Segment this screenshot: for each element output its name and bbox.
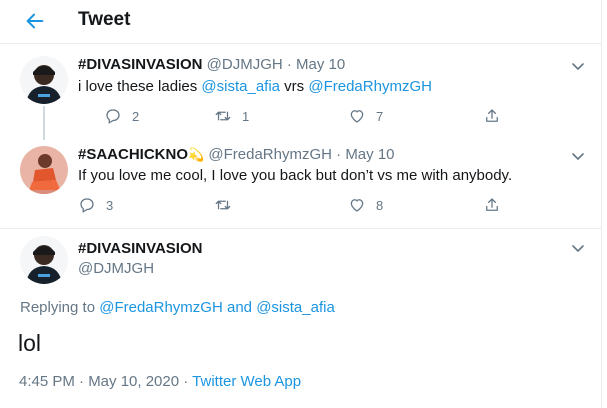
tweet-text: If you love me cool, I love you back but… — [78, 167, 513, 184]
tweet-text-part: i love these ladies — [78, 78, 202, 95]
main-tweet-text: lol — [18, 330, 42, 356]
reply-count: 2 — [132, 108, 140, 124]
column-border — [601, 0, 602, 408]
user-handle[interactable]: @DJMJGH — [78, 260, 154, 277]
user-handle[interactable]: @DJMJGH — [207, 56, 283, 73]
user-handle[interactable]: @FredaRhymzGH — [208, 146, 332, 163]
page-header: Tweet — [0, 0, 601, 44]
avatar[interactable] — [20, 236, 68, 284]
retweet-count: 1 — [242, 108, 250, 124]
separator-dot: · — [336, 146, 342, 163]
reply-button[interactable]: 2 — [104, 106, 139, 126]
display-name-emoji: 💫 — [188, 147, 205, 162]
share-button[interactable] — [483, 195, 501, 215]
retweet-button[interactable]: 1 — [214, 106, 249, 126]
mention-link[interactable]: @sista_afia — [201, 78, 280, 95]
tweet-time[interactable]: May 10 — [345, 146, 394, 163]
share-icon — [486, 109, 498, 122]
retweet-icon — [215, 111, 231, 121]
avatar[interactable] — [20, 56, 68, 104]
avatar[interactable] — [20, 146, 68, 194]
reply-icon — [106, 109, 120, 124]
reply-button[interactable]: 3 — [78, 195, 113, 215]
display-name[interactable]: #DIVASINVASION — [78, 56, 202, 73]
chevron-down-icon[interactable] — [570, 240, 586, 256]
retweet-button[interactable] — [214, 195, 242, 215]
mention-link[interactable]: @FredaRhymzGH — [308, 78, 432, 95]
like-count: 7 — [376, 108, 384, 124]
tweet-header: #SAACHICKNO💫 @FredaRhymzGH · May 10 — [78, 146, 395, 163]
tweet-time[interactable]: May 10 — [296, 56, 345, 73]
thread-tweet-2[interactable]: #SAACHICKNO💫 @FredaRhymzGH · May 10 If y… — [0, 134, 601, 229]
chevron-down-icon[interactable] — [570, 58, 586, 74]
tweet-actions: 3 8 — [78, 195, 508, 215]
tweet-meta: 4:45 PM · May 10, 2020 · Twitter Web App — [19, 373, 301, 390]
share-button[interactable] — [483, 106, 501, 126]
retweet-icon — [215, 200, 231, 210]
replying-to: Replying to @FredaRhymzGH and @sista_afi… — [20, 299, 335, 316]
tweet-header: #DIVASINVASION @DJMJGH · May 10 — [78, 56, 345, 73]
back-arrow-icon[interactable] — [24, 10, 46, 32]
chevron-down-icon[interactable] — [570, 148, 586, 164]
tweet-text: i love these ladies @sista_afia vrs @Fre… — [78, 78, 432, 95]
reply-icon — [80, 198, 94, 213]
tweet-source-link[interactable]: Twitter Web App — [192, 373, 301, 390]
page-title: Tweet — [78, 9, 131, 30]
tweet-actions: 2 1 7 — [78, 106, 508, 126]
replying-to-label: Replying to — [20, 299, 100, 316]
display-name[interactable]: #SAACHICKNO — [78, 146, 188, 163]
tweet-text-part: vrs — [280, 78, 309, 95]
like-icon — [350, 199, 364, 212]
mention-link[interactable]: @FredaRhymzGH — [99, 299, 223, 316]
separator-dot: · — [286, 56, 292, 73]
thread-tweet-1[interactable]: #DIVASINVASION @DJMJGH · May 10 i love t… — [0, 44, 601, 140]
like-button[interactable]: 7 — [348, 106, 383, 126]
tweet-timestamp[interactable]: 4:45 PM · May 10, 2020 · — [19, 373, 192, 390]
like-icon — [350, 110, 364, 123]
display-name[interactable]: #DIVASINVASION — [78, 240, 202, 257]
share-icon — [486, 198, 498, 211]
like-button[interactable]: 8 — [348, 195, 383, 215]
mention-link[interactable]: @sista_afia — [256, 299, 335, 316]
like-count: 8 — [376, 197, 384, 213]
reply-count: 3 — [106, 197, 114, 213]
replying-to-and: and — [222, 299, 257, 316]
